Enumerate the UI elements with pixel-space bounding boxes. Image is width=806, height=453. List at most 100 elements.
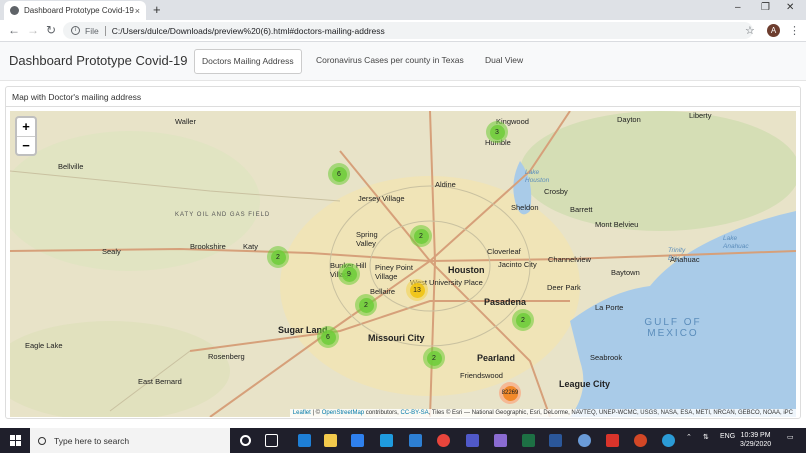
nav-doctors-mailing-address[interactable]: Doctors Mailing Address <box>194 49 302 74</box>
map-label: Rosenberg <box>208 352 245 361</box>
osm-link[interactable]: OpenStreetMap <box>322 410 364 416</box>
search-icon <box>38 436 46 445</box>
word-icon[interactable] <box>549 434 562 447</box>
ccbysa-link[interactable]: CC-BY-SA <box>400 410 428 416</box>
marker-cluster[interactable]: 6 <box>317 326 339 348</box>
globe-icon <box>10 6 19 15</box>
url-scheme-label: File <box>85 25 99 36</box>
map-label: Dayton <box>617 115 641 124</box>
visual-studio-icon[interactable] <box>380 434 393 447</box>
map-label: Eagle Lake <box>25 341 63 350</box>
map-label: Lake Anahuac <box>723 235 749 250</box>
map-label: Jacinto City <box>498 260 537 269</box>
map-label: Brookshire <box>190 242 226 251</box>
map-label: Channelview <box>548 255 591 264</box>
file-explorer-icon[interactable] <box>324 434 337 447</box>
chevron-up-icon[interactable]: ⌃ <box>686 433 692 441</box>
forward-arrow-icon[interactable]: → <box>27 23 39 37</box>
app-icon[interactable] <box>494 434 507 447</box>
map-label: Sheldon <box>511 203 539 212</box>
app-navbar: Dashboard Prototype Covid-19 Doctors Mai… <box>0 42 806 81</box>
leaflet-link[interactable]: Leaflet <box>293 410 311 416</box>
browser-toolbar: ← → ↻ i File C:/Users/dulce/Downloads/pr… <box>0 20 806 42</box>
back-arrow-icon[interactable]: ← <box>8 23 20 37</box>
reload-icon[interactable]: ↻ <box>46 23 56 37</box>
close-window-button[interactable]: ✕ <box>786 2 794 13</box>
help-icon[interactable] <box>662 434 675 447</box>
marker-cluster[interactable]: 6 <box>328 163 350 185</box>
r-icon[interactable] <box>578 434 591 447</box>
url-text[interactable]: C:/Users/dulce/Downloads/preview%20(6).h… <box>112 26 385 36</box>
marker-cluster[interactable]: 2 <box>423 347 445 369</box>
taskbar-search[interactable]: Type here to search <box>30 428 230 453</box>
map-label: Cloverleaf <box>487 247 521 256</box>
marker-cluster[interactable]: 3 <box>486 121 508 143</box>
windows-start-icon[interactable] <box>10 435 21 446</box>
tab-title: Dashboard Prototype Covid-19 <box>24 6 134 15</box>
powerpoint-icon[interactable] <box>634 434 647 447</box>
leaflet-map[interactable]: Waller Bellville Sealy Brookshire Katy K… <box>10 111 796 417</box>
clock-date: 3/29/2020 <box>740 441 772 448</box>
browser-menu-icon[interactable]: ⋮ <box>789 24 800 37</box>
cortana-icon[interactable] <box>240 435 251 446</box>
zoom-out-button[interactable]: − <box>17 136 35 154</box>
zoom-control: + − <box>15 116 37 156</box>
bookmark-star-icon[interactable]: ☆ <box>745 24 755 37</box>
map-label: Bellaire <box>370 287 396 296</box>
map-card: Map with Doctor's mailing address Waller… <box>5 86 801 419</box>
map-label: Crosby <box>544 187 568 196</box>
edge-icon[interactable] <box>298 434 311 447</box>
map-label: Waller <box>175 117 196 126</box>
map-label: League City <box>559 379 611 389</box>
chrome-icon[interactable] <box>437 434 450 447</box>
map-label: Missouri City <box>368 333 425 343</box>
map-label: East Bernard <box>138 377 182 386</box>
map-label: Sealy <box>102 247 121 256</box>
card-header: Map with Doctor's mailing address <box>6 87 800 107</box>
map-label: Lake Houston <box>525 169 550 184</box>
teams-icon[interactable] <box>466 434 479 447</box>
map-label: GULF OF MEXICO <box>644 317 702 339</box>
map-label: Deer Park <box>547 283 581 292</box>
tab-close-icon[interactable]: × <box>135 6 140 16</box>
taskbar-clock[interactable]: 10:39 PM 3/29/2020 <box>740 431 771 449</box>
taskbar-search-placeholder: Type here to search <box>54 435 130 446</box>
address-bar[interactable]: i File C:/Users/dulce/Downloads/preview%… <box>63 22 753 39</box>
windows-taskbar: Type here to search ⌃ ⇅ ENG 10:39 PM 3/2… <box>0 428 806 453</box>
network-icon[interactable]: ⇅ <box>703 433 709 441</box>
excel-icon[interactable] <box>522 434 535 447</box>
browser-tab-bar: Dashboard Prototype Covid-19 × + – ❐ ✕ <box>0 0 806 20</box>
map-label: Jersey Village <box>358 194 405 203</box>
map-label: Katy <box>243 242 259 251</box>
new-tab-button[interactable]: + <box>153 2 161 17</box>
marker-cluster[interactable]: 2 <box>267 246 289 268</box>
browser-tab[interactable]: Dashboard Prototype Covid-19 × <box>4 1 146 20</box>
maximize-button[interactable]: ❐ <box>761 2 770 13</box>
language-indicator[interactable]: ENG <box>720 433 735 440</box>
store-icon[interactable] <box>351 434 364 447</box>
map-label: Barrett <box>570 205 593 214</box>
profile-avatar[interactable]: A <box>767 24 780 37</box>
marker-cluster[interactable]: 13 <box>406 279 428 301</box>
marker-cluster[interactable]: 2 <box>410 225 432 247</box>
mail-icon[interactable] <box>409 434 422 447</box>
notification-icon[interactable]: ▭ <box>787 433 794 441</box>
minimize-button[interactable]: – <box>735 2 741 13</box>
task-view-icon[interactable] <box>265 434 278 447</box>
marker-cluster[interactable]: 2 <box>512 309 534 331</box>
map-label: Mont Belvieu <box>595 220 639 229</box>
nav-dual-view[interactable]: Dual View <box>478 49 530 74</box>
map-label: La Porte <box>595 303 624 312</box>
map-label: Spring Valley <box>356 230 378 248</box>
b-app-icon[interactable] <box>606 434 619 447</box>
info-icon[interactable]: i <box>71 26 80 35</box>
marker-cluster[interactable]: 82269 <box>499 382 521 404</box>
map-label: Trinity Bay <box>668 247 686 262</box>
marker-cluster[interactable]: 2 <box>355 294 377 316</box>
navbar-brand[interactable]: Dashboard Prototype Covid-19 <box>9 53 188 68</box>
nav-coronavirus-cases[interactable]: Coronavirus Cases per county in Texas <box>309 49 471 74</box>
map-label: Bellville <box>58 162 84 171</box>
zoom-in-button[interactable]: + <box>17 118 35 136</box>
marker-cluster[interactable]: 9 <box>338 263 360 285</box>
map-label: Pasadena <box>484 297 527 307</box>
